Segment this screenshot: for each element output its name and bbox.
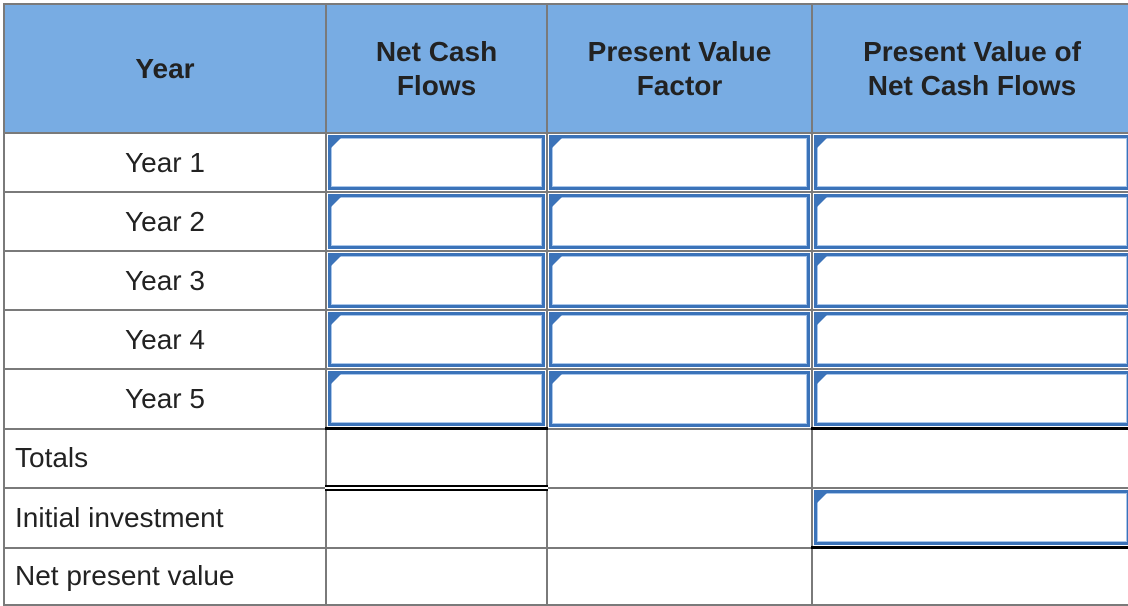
npv-value: [811, 546, 1128, 606]
net-cash-flows-input[interactable]: [328, 194, 545, 249]
initial-investment-label: Initial investment: [3, 487, 327, 549]
input-marker-icon: [551, 314, 563, 326]
npv-net-cash-flows: [325, 546, 548, 606]
initial-investment-row: Initial investment: [3, 487, 1128, 549]
row-label: Year 2: [3, 191, 327, 252]
pv-net-cash-flows-input[interactable]: [814, 312, 1128, 367]
npv-row: Net present value: [3, 546, 1128, 606]
initial-investment-input[interactable]: [814, 490, 1128, 545]
header-pv-factor: Present Value Factor: [546, 3, 813, 134]
npv-label: Net present value: [3, 546, 327, 606]
header-year: Year: [3, 3, 327, 134]
input-marker-icon: [551, 373, 563, 385]
input-marker-icon: [816, 137, 828, 149]
pv-net-cash-flows-input[interactable]: [814, 253, 1128, 308]
totals-label: Totals: [3, 427, 327, 489]
input-marker-icon: [551, 255, 563, 267]
input-marker-icon: [816, 255, 828, 267]
pv-factor-input[interactable]: [549, 194, 810, 249]
npv-pv-factor: [546, 546, 813, 606]
pv-net-cash-flows-input[interactable]: [814, 135, 1128, 190]
initial-investment-net-cash-flows: [325, 487, 548, 549]
table-row: Year 5: [3, 368, 1128, 430]
pv-net-cash-flows-input[interactable]: [814, 371, 1128, 426]
input-marker-icon: [330, 314, 342, 326]
row-label: Year 4: [3, 309, 327, 370]
totals-net-cash-flows: [325, 427, 548, 491]
input-marker-icon: [330, 137, 342, 149]
header-pv-net-cash-flows: Present Value of Net Cash Flows: [811, 3, 1128, 134]
table-row: Year 2: [3, 191, 1128, 252]
input-marker-icon: [816, 492, 828, 504]
input-marker-icon: [551, 137, 563, 149]
input-marker-icon: [330, 373, 342, 385]
net-cash-flows-input[interactable]: [328, 312, 545, 367]
npv-table: Year Net Cash Flows Present Value Factor P…: [3, 3, 1128, 606]
totals-row: Totals: [3, 427, 1128, 491]
pv-factor-input[interactable]: [549, 135, 810, 190]
input-marker-icon: [816, 196, 828, 208]
header-row: Year Net Cash Flows Present Value Factor P…: [3, 3, 1128, 134]
input-marker-icon: [816, 373, 828, 385]
net-cash-flows-input[interactable]: [328, 253, 545, 308]
totals-pv-net-cash-flows: [811, 427, 1128, 489]
table-row: Year 3: [3, 250, 1128, 311]
net-cash-flows-input[interactable]: [328, 371, 545, 426]
net-cash-flows-input[interactable]: [328, 135, 545, 190]
initial-investment-pv-factor: [546, 487, 813, 549]
input-marker-icon: [330, 255, 342, 267]
input-marker-icon: [551, 196, 563, 208]
table-row: Year 4: [3, 309, 1128, 370]
input-marker-icon: [330, 196, 342, 208]
pv-factor-input[interactable]: [549, 312, 810, 367]
pv-factor-input[interactable]: [549, 253, 810, 308]
row-label: Year 5: [3, 368, 327, 430]
header-net-cash-flows: Net Cash Flows: [325, 3, 548, 134]
pv-net-cash-flows-input[interactable]: [814, 194, 1128, 249]
table-row: Year 1: [3, 132, 1128, 193]
pv-factor-input[interactable]: [549, 371, 810, 427]
input-marker-icon: [816, 314, 828, 326]
row-label: Year 3: [3, 250, 327, 311]
totals-pv-factor: [546, 427, 813, 489]
row-label: Year 1: [3, 132, 327, 193]
